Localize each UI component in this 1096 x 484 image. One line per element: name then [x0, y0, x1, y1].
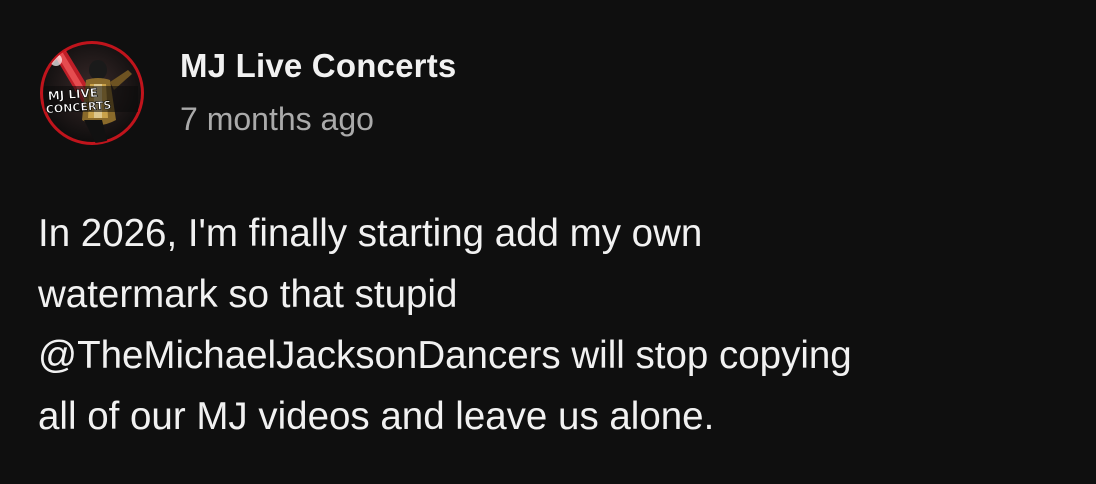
post-body-text: In 2026, I'm finally starting add my own… [38, 203, 1078, 447]
post-timestamp[interactable]: 7 months ago [180, 101, 374, 138]
channel-avatar[interactable]: MJ LIVE CONCERTS [36, 40, 148, 146]
channel-name[interactable]: MJ Live Concerts [180, 47, 456, 85]
channel-avatar-icon: MJ LIVE CONCERTS [40, 41, 144, 145]
post-body-line: all of our MJ videos and leave us alone. [38, 395, 715, 438]
community-post: MJ LIVE CONCERTS MJ Live Concerts 7 mont… [0, 0, 1096, 484]
post-body-line: watermark so that stupid [38, 273, 458, 316]
post-body-line: In 2026, I'm finally starting add my own [38, 212, 703, 255]
post-body-line: @TheMichaelJacksonDancers will stop copy… [38, 334, 852, 377]
